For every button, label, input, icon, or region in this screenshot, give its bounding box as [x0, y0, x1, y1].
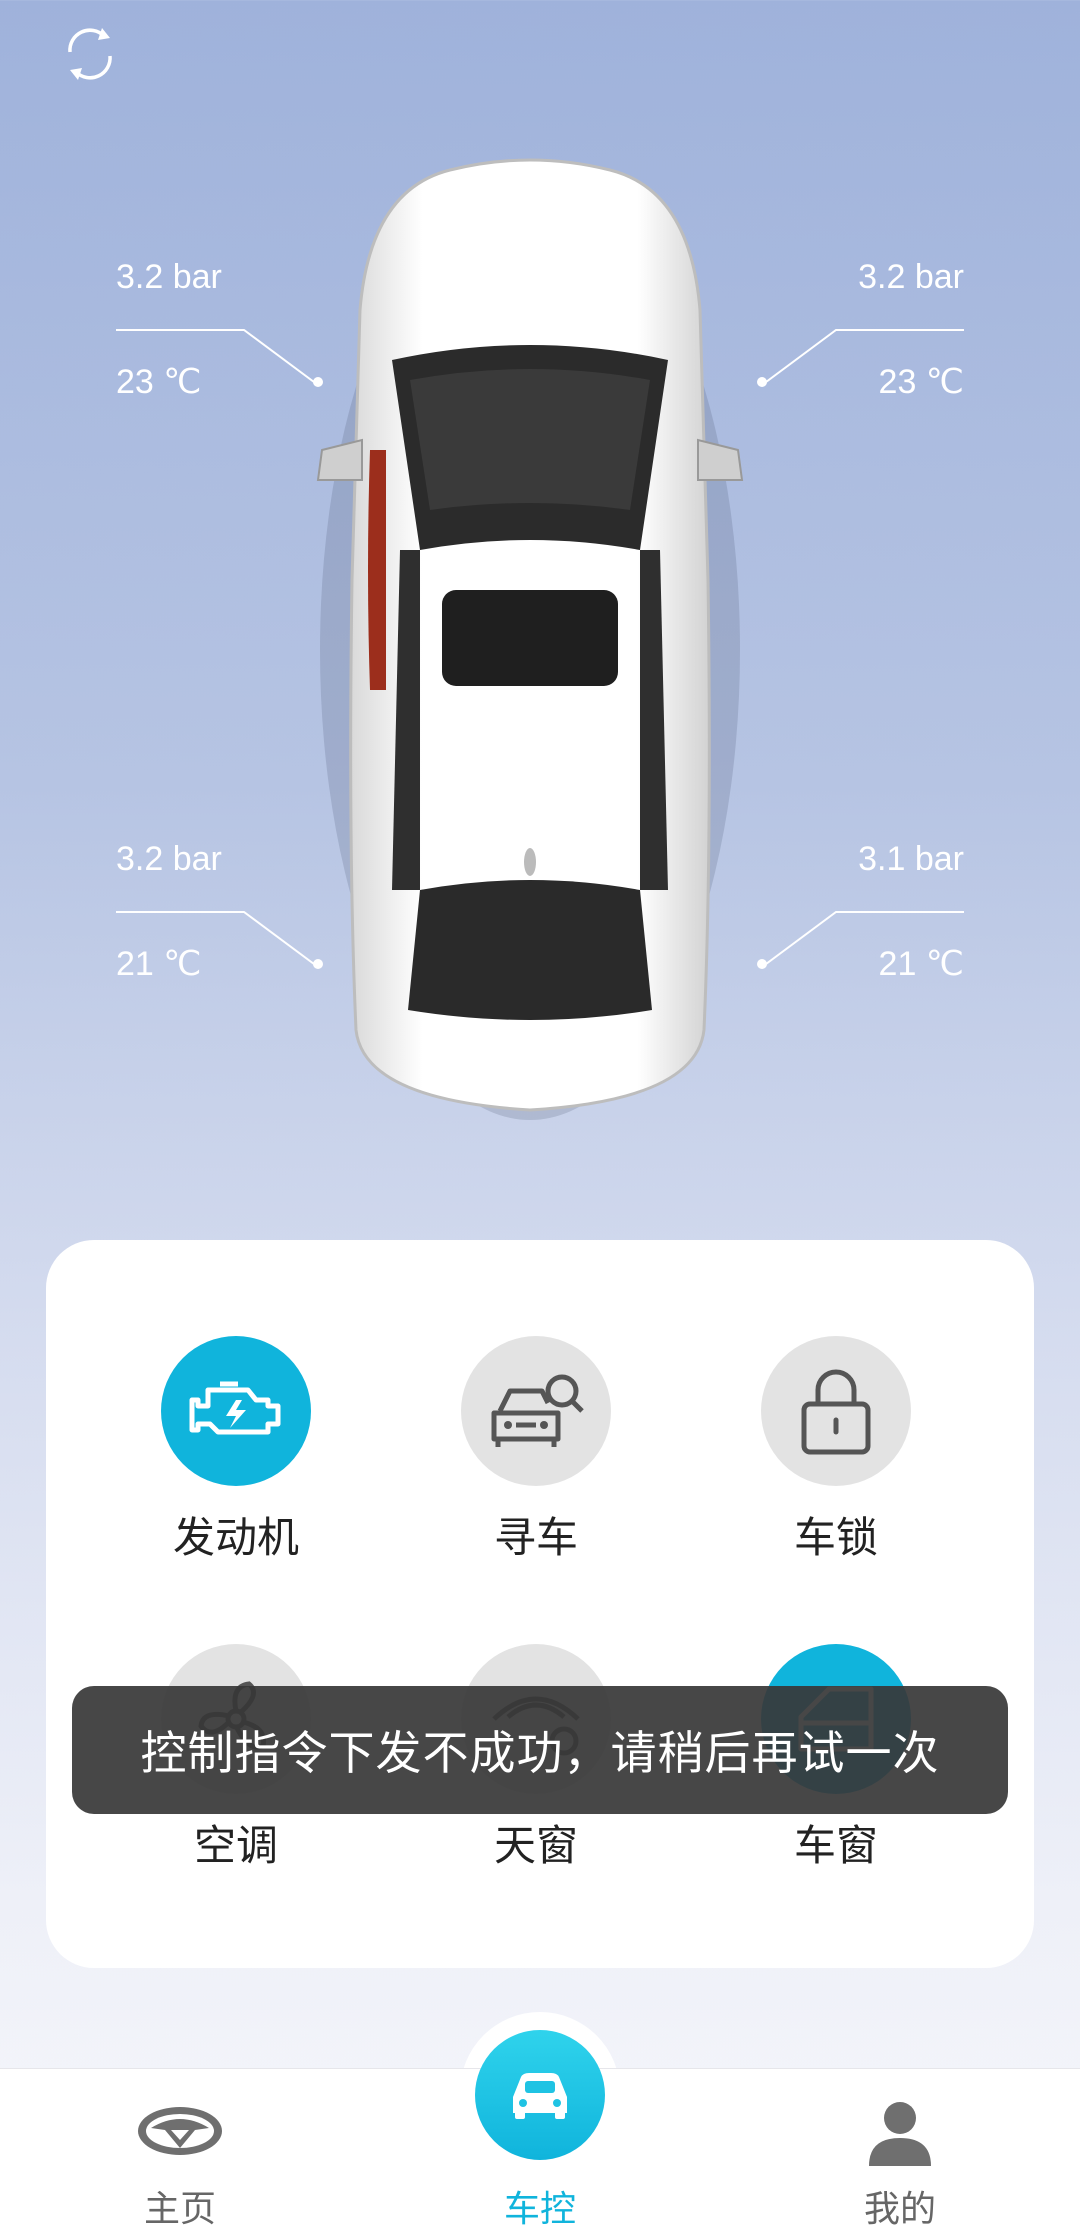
tab-home[interactable]: 主页	[80, 2068, 280, 2235]
control-label: 发动机	[172, 1513, 299, 1562]
control-label: 车窗	[793, 1821, 878, 1870]
brand-logo-icon	[138, 2107, 222, 2155]
tab-car-control[interactable]: 车控	[440, 2068, 640, 2235]
control-engine[interactable]: 发动机	[126, 1336, 346, 1565]
tire-temperature: 21 ℃	[116, 945, 202, 983]
car-top-view-image	[316, 158, 744, 1120]
control-lock[interactable]: 车锁	[726, 1336, 946, 1565]
vehicle-control-panel: 发动机 寻车 车锁 空调 天窗 车窗	[46, 1240, 1034, 1968]
find-car-icon	[491, 1374, 584, 1447]
person-icon	[869, 2102, 931, 2166]
tire-pressure: 3.2 bar	[116, 258, 222, 296]
tab-mine[interactable]: 我的	[800, 2068, 1000, 2235]
tire-temperature: 23 ℃	[116, 363, 202, 401]
lock-icon	[801, 1369, 871, 1455]
tire-temperature: 23 ℃	[878, 363, 964, 401]
tire-pressure: 3.2 bar	[116, 840, 222, 878]
control-label: 车锁	[793, 1513, 878, 1562]
tire-pressure: 3.1 bar	[858, 840, 964, 878]
engine-icon	[189, 1381, 281, 1435]
find-car-button[interactable]	[461, 1336, 611, 1486]
tab-label: 车控	[503, 2189, 576, 2230]
toast-message: 控制指令下发不成功，请稍后再试一次	[72, 1686, 1008, 1814]
control-label: 寻车	[493, 1513, 578, 1562]
tab-label: 主页	[143, 2189, 216, 2230]
control-label: 空调	[193, 1821, 278, 1870]
lock-button[interactable]	[761, 1336, 911, 1486]
tire-temperature: 21 ℃	[878, 945, 964, 983]
tire-pressure: 3.2 bar	[858, 258, 964, 296]
control-find-car[interactable]: 寻车	[426, 1336, 646, 1565]
control-label: 天窗	[493, 1821, 578, 1870]
tab-label: 我的	[863, 2189, 936, 2230]
refresh-icon[interactable]	[58, 22, 122, 86]
engine-button[interactable]	[161, 1336, 311, 1486]
